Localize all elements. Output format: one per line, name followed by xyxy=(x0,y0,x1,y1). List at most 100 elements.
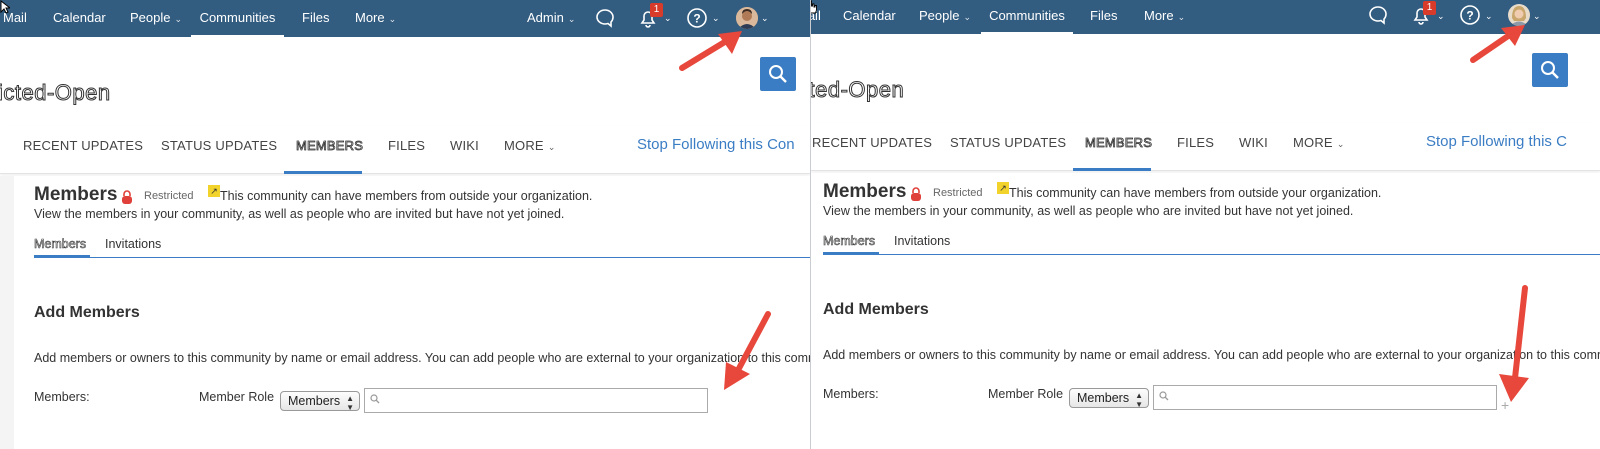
tab-recent-updates[interactable]: RECENT UPDATES xyxy=(23,138,143,153)
add-members-description: Add members or owners to this community … xyxy=(823,348,1600,362)
chevron-down-icon: ⌄ xyxy=(1485,11,1493,21)
tab-more-label: MORE xyxy=(504,138,544,153)
top-navigation-bar: Mail Calendar People⌄ Communities Files … xyxy=(0,0,810,37)
member-role-select[interactable]: Members ▲ ▼ xyxy=(1069,388,1149,409)
avatar-image xyxy=(1508,4,1530,26)
search-icon xyxy=(769,65,787,83)
members-card: Members Restricted ↗ This community can … xyxy=(811,173,1600,446)
chat-bubble-icon[interactable] xyxy=(594,7,616,29)
subtab-active-indicator xyxy=(823,252,879,255)
chat-bubble-icon[interactable] xyxy=(1367,4,1389,26)
external-members-note: This community can have members from out… xyxy=(220,189,593,203)
help-icon[interactable]: ? xyxy=(1459,4,1481,26)
community-tab-bar: RECENT UPDATES STATUS UPDATES MEMBERS FI… xyxy=(811,123,1600,171)
chevron-down-icon: ⌄ xyxy=(761,13,769,23)
nav-admin[interactable]: Admin ⌄ xyxy=(527,0,575,37)
right-screenshot-panel: Mail Calendar People⌄ Communities Files … xyxy=(810,0,1600,449)
nav-files[interactable]: Files xyxy=(302,0,329,37)
tab-wiki[interactable]: WIKI xyxy=(450,138,479,153)
tab-wiki[interactable]: WIKI xyxy=(1239,135,1268,150)
search-icon xyxy=(1541,61,1559,79)
tab-more[interactable]: MORE ⌄ xyxy=(504,138,556,153)
members-content-area: Members Restricted ↗ This community can … xyxy=(0,176,810,449)
subtab-active-indicator xyxy=(34,255,90,258)
notification-badge: 1 xyxy=(650,3,663,17)
tab-more-label: MORE xyxy=(1293,135,1333,150)
tab-more[interactable]: MORE ⌄ xyxy=(1293,135,1345,150)
notification-badge: 1 xyxy=(1423,1,1436,15)
tab-status-updates[interactable]: STATUS UPDATES xyxy=(161,138,277,153)
subtab-divider xyxy=(34,257,810,258)
tab-files[interactable]: FILES xyxy=(1177,135,1214,150)
tab-recent-updates[interactable]: RECENT UPDATES xyxy=(812,135,932,150)
nav-communities[interactable]: Communities xyxy=(191,0,284,37)
avatar[interactable] xyxy=(1508,4,1530,26)
chevron-down-icon: ⌄ xyxy=(547,142,556,152)
add-members-heading: Add Members xyxy=(34,304,140,321)
members-heading: Members xyxy=(34,184,118,205)
subtab-members[interactable]: Members xyxy=(34,237,87,252)
add-icon[interactable]: + xyxy=(1501,397,1509,413)
member-role-label: Member Role xyxy=(199,390,275,404)
nav-people-label: People xyxy=(919,8,960,23)
nav-more-label: More xyxy=(355,10,385,25)
external-members-note: This community can have members from out… xyxy=(1009,186,1382,200)
top-navigation-bar: Mail Calendar People⌄ Communities Files … xyxy=(811,0,1600,34)
chevron-down-icon: ⌄ xyxy=(567,14,576,24)
chevron-down-icon: ⌄ xyxy=(712,13,720,23)
add-member-search-input[interactable] xyxy=(1153,385,1497,410)
nav-more[interactable]: More ⌄ xyxy=(1144,0,1185,34)
community-tab-bar: RECENT UPDATES STATUS UPDATES MEMBERS FI… xyxy=(0,126,810,174)
search-button[interactable] xyxy=(760,57,796,91)
nav-calendar[interactable]: Calendar xyxy=(843,0,896,34)
nav-files[interactable]: Files xyxy=(1090,0,1117,34)
member-role-value: Members xyxy=(288,394,341,408)
restricted-label: Restricted xyxy=(144,190,194,202)
avatar[interactable] xyxy=(736,7,758,29)
nav-more-label: More xyxy=(1144,8,1174,23)
chevron-down-icon: ⌄ xyxy=(1533,11,1541,21)
lock-icon xyxy=(911,187,921,201)
external-icon: ↗ xyxy=(997,182,1009,194)
community-title: cted-Open xyxy=(811,77,905,103)
member-role-select[interactable]: Members ▲ ▼ xyxy=(280,391,360,412)
tab-status-updates[interactable]: STATUS UPDATES xyxy=(950,135,1066,150)
select-arrows-icon: ▲ ▼ xyxy=(1135,391,1143,409)
nav-calendar[interactable]: Calendar xyxy=(53,0,106,37)
members-card: Members Restricted ↗ This community can … xyxy=(14,176,810,449)
search-icon xyxy=(1159,391,1169,401)
hand-cursor-icon xyxy=(811,0,817,14)
member-role-value: Members xyxy=(1077,391,1130,405)
avatar-image xyxy=(736,7,758,29)
subtab-divider xyxy=(823,254,1600,255)
subtab-invitations[interactable]: Invitations xyxy=(105,237,161,251)
search-icon xyxy=(370,394,380,404)
nav-more[interactable]: More ⌄ xyxy=(355,0,396,37)
tab-files[interactable]: FILES xyxy=(388,138,425,153)
nav-people-label: People xyxy=(130,10,171,25)
svg-text:?: ? xyxy=(693,12,700,26)
members-heading: Members xyxy=(823,181,907,202)
svg-text:?: ? xyxy=(1466,9,1473,23)
add-member-search-input[interactable] xyxy=(364,388,708,413)
nav-people[interactable]: People ⌄ xyxy=(130,0,182,37)
stop-following-link[interactable]: Stop Following this Con xyxy=(637,136,795,153)
help-icon[interactable]: ? xyxy=(686,7,708,29)
active-tab-indicator xyxy=(1073,168,1151,171)
search-button[interactable] xyxy=(1532,53,1568,87)
chevron-down-icon: ⌄ xyxy=(963,12,972,22)
chevron-down-icon: ⌄ xyxy=(1336,139,1345,149)
chevron-down-icon: ⌄ xyxy=(388,14,397,24)
stop-following-link[interactable]: Stop Following this C xyxy=(1426,133,1567,150)
tab-members[interactable]: MEMBERS xyxy=(1085,135,1153,151)
subtab-invitations[interactable]: Invitations xyxy=(894,234,950,248)
nav-people[interactable]: People ⌄ xyxy=(919,0,971,34)
subtab-members[interactable]: Members xyxy=(823,234,876,249)
restricted-label: Restricted xyxy=(933,187,983,199)
tab-members[interactable]: MEMBERS xyxy=(296,138,364,154)
add-members-heading: Add Members xyxy=(823,301,929,318)
members-description: View the members in your community, as w… xyxy=(823,204,1354,218)
community-title: icted-Open xyxy=(0,80,111,106)
select-arrows-icon: ▲ ▼ xyxy=(346,394,354,412)
nav-communities[interactable]: Communities xyxy=(981,0,1073,34)
